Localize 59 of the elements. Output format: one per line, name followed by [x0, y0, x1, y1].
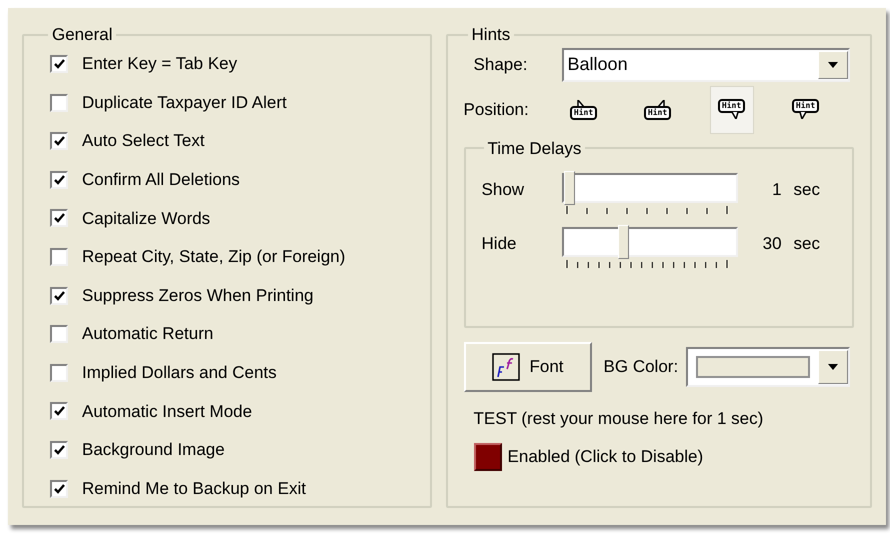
- checkbox-label: Capitalize Words: [82, 208, 210, 230]
- checkbox-label: Implied Dollars and Cents: [82, 362, 277, 384]
- delay-unit: sec: [794, 233, 821, 255]
- checkmark-icon: [54, 213, 64, 224]
- checkmark-icon: [54, 484, 64, 494]
- position-label: Position:: [464, 98, 530, 121]
- slider-label: Show: [482, 179, 526, 201]
- checkbox[interactable]: [50, 248, 68, 266]
- slider-thumb[interactable]: [564, 171, 575, 205]
- checkbox[interactable]: [50, 209, 68, 228]
- shape-label: Shape:: [474, 54, 528, 76]
- checkbox[interactable]: [50, 94, 68, 112]
- checkbox[interactable]: [50, 325, 68, 344]
- checkmark-icon: [54, 290, 64, 301]
- hint-position-button[interactable]: Hint: [784, 86, 828, 134]
- bg-color-dropdown[interactable]: [686, 346, 850, 386]
- checkbox-label: Confirm All Deletions: [82, 169, 240, 192]
- font-icon: [492, 352, 520, 380]
- checkmark-icon: [54, 444, 64, 455]
- checkbox-label: Auto Select Text: [82, 130, 205, 152]
- checkbox[interactable]: [50, 440, 68, 459]
- test-hint-text: TEST (rest your mouse here for 1 sec): [474, 408, 764, 430]
- checkmark-icon: [54, 174, 64, 185]
- tick-marks-icon: [566, 206, 728, 215]
- delay-value: 30: [762, 233, 782, 255]
- hint-position-button[interactable]: Hint: [562, 86, 606, 134]
- font-button[interactable]: Font: [464, 342, 592, 392]
- checkbox[interactable]: [50, 170, 68, 189]
- delay-value: 1: [771, 179, 782, 201]
- group-title: General: [51, 24, 114, 46]
- checkbox-label: Automatic Insert Mode: [82, 400, 252, 423]
- delay-unit: sec: [794, 179, 821, 201]
- hint-position-button[interactable]: Hint: [710, 86, 754, 134]
- enable-toggle[interactable]: Enabled (Click to Disable): [474, 443, 704, 471]
- hint-position-button[interactable]: Hint: [636, 86, 680, 134]
- checkbox-label: Background Image: [82, 439, 225, 462]
- group-title: Hints: [470, 24, 512, 46]
- slider-thumb[interactable]: [618, 225, 629, 259]
- checkbox-label: Duplicate Taxpayer ID Alert: [82, 92, 287, 114]
- bg-color-label: BG Color:: [604, 356, 678, 378]
- checkbox[interactable]: [50, 480, 68, 498]
- checkmark-icon: [54, 406, 64, 416]
- checkbox-label: Enter Key = Tab Key: [82, 53, 238, 76]
- checkbox[interactable]: [50, 286, 68, 305]
- checkbox-label: Suppress Zeros When Printing: [82, 284, 314, 307]
- checkbox-label: Automatic Return: [82, 323, 214, 346]
- checkbox-label: Repeat City, State, Zip (or Foreign): [82, 246, 346, 268]
- checkbox[interactable]: [50, 132, 68, 150]
- slider-label: Hide: [482, 233, 518, 255]
- group-title: Time Delays: [486, 138, 582, 160]
- checkbox-label: Remind Me to Backup on Exit: [82, 478, 306, 500]
- checkbox[interactable]: [50, 55, 68, 73]
- checkmark-icon: [54, 59, 64, 69]
- checkbox[interactable]: [50, 402, 68, 420]
- tick-marks-icon: [566, 260, 728, 269]
- checkmark-icon: [54, 136, 64, 146]
- checkbox[interactable]: [50, 364, 68, 382]
- shape-dropdown[interactable]: Balloon: [562, 48, 850, 82]
- dropdown-value: Balloon: [566, 53, 629, 76]
